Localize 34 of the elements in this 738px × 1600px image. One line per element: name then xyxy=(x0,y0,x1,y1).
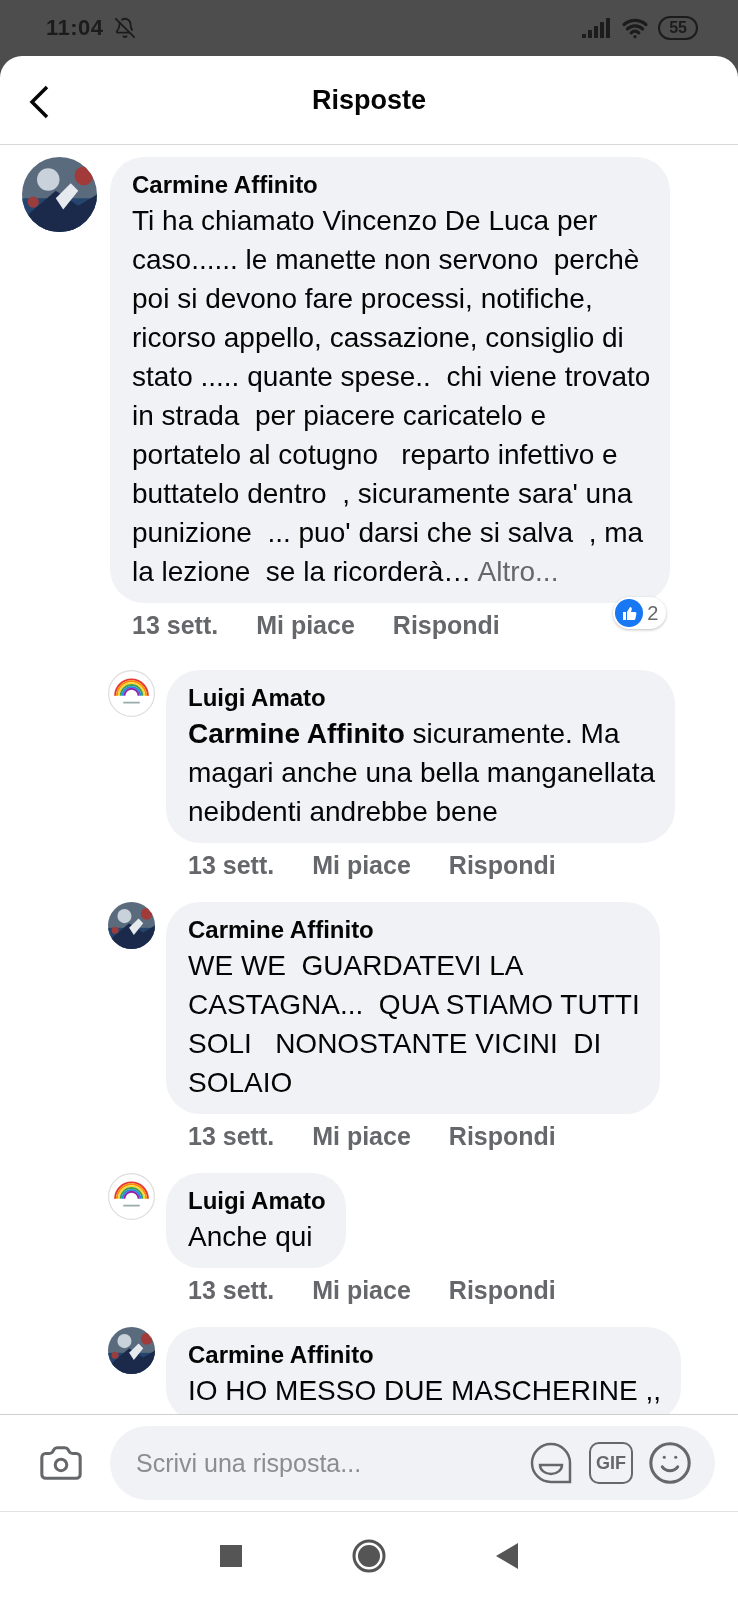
comment-time: 13 sett. xyxy=(188,851,275,880)
like-link[interactable]: Mi piace xyxy=(312,851,411,880)
comment-time: 13 sett. xyxy=(188,1122,275,1151)
comment-author[interactable]: Carmine Affinito xyxy=(132,169,651,201)
page-title: Risposte xyxy=(312,84,426,116)
comment-time: 13 sett. xyxy=(188,1276,275,1305)
back-icon[interactable] xyxy=(496,1543,518,1569)
comment-time: 13 sett. xyxy=(132,611,219,640)
reply-link[interactable]: Rispondi xyxy=(448,1276,556,1305)
home-icon[interactable] xyxy=(352,1539,386,1573)
comment-text: Ti ha chiamato Vincenzo De Luca per caso...... le manette non servono perchè poi si devono fare processi, notifiche, ricorso appello, cassazione, consiglio di stato ..... quante spese.. chi viene trovato in strada per piacere caricatelo e portatelo al cotugno reparto infettivo e buttatelo dentro , sicuramente sara' una punizione ... puo' darsi che si salva , ma la lezione se la ricorderà… Altro... xyxy=(132,204,651,589)
comment-author[interactable]: Carmine Affinito xyxy=(188,1339,661,1371)
signal-icon xyxy=(582,18,613,38)
like-link[interactable]: Mi piace xyxy=(312,1122,411,1151)
emoji-icon[interactable] xyxy=(647,1440,693,1486)
like-link[interactable]: Mi piace xyxy=(312,1276,411,1305)
comment-text: IO HO MESSO DUE MASCHERINE ,, xyxy=(188,1374,661,1408)
rainbow-icon xyxy=(108,1173,155,1220)
comment-text: WE WE GUARDATEVI LA CASTAGNA... QUA STIAMO TUTTI SOLI NONOSTANTE VICINI DI SOLAIO xyxy=(188,949,640,1100)
more-link[interactable]: Altro... xyxy=(477,556,559,587)
reply-link[interactable]: Rispondi xyxy=(448,1122,556,1151)
comment-author[interactable]: Luigi Amato xyxy=(188,682,655,714)
thumbs-up-icon xyxy=(615,599,644,627)
reply-link[interactable]: Rispondi xyxy=(392,611,500,640)
comment-author[interactable]: Carmine Affinito xyxy=(188,914,640,946)
comment-author[interactable]: Luigi Amato xyxy=(188,1185,326,1217)
comment-text: Anche qui xyxy=(188,1220,314,1254)
reply-field[interactable]: Scrivi una risposta... GIF xyxy=(110,1426,715,1500)
reaction-badge[interactable]: 2 xyxy=(613,597,667,629)
comment-text: Carmine Affinito sicuramente. Ma magari anche una bella manganellata neibdenti andrebbe bene xyxy=(188,717,655,829)
reply-link[interactable]: Rispondi xyxy=(448,851,556,880)
gif-button[interactable]: GIF xyxy=(589,1442,633,1484)
rainbow-icon xyxy=(108,670,155,717)
like-link[interactable]: Mi piace xyxy=(256,611,355,640)
